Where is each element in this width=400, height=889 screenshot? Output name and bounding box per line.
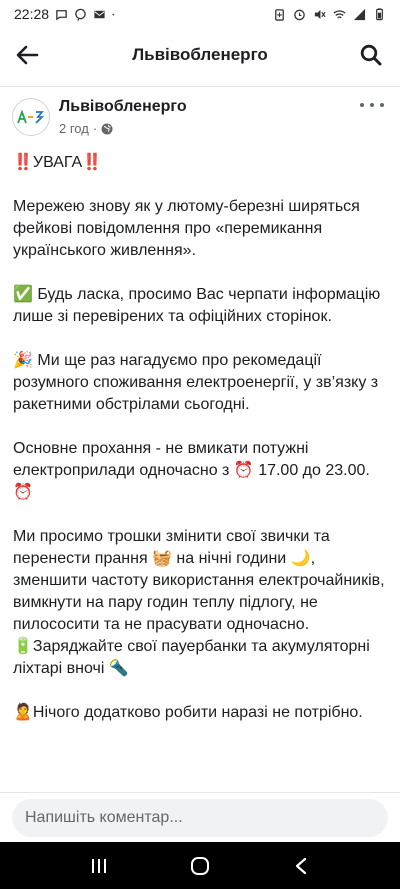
search-button[interactable] <box>356 40 386 70</box>
arrow-left-icon <box>16 45 39 65</box>
home-icon <box>190 856 209 875</box>
post-paragraph: 🙎Нічого додатково робити наразі не потрі… <box>13 704 363 721</box>
post-body: ‼️УВАГА‼️ Мережею знову як у лютому-бере… <box>13 152 393 746</box>
more-options-button[interactable] <box>360 98 384 112</box>
post-paragraph: Ми просимо трошки змінити свої звички та… <box>13 528 385 633</box>
post-header: Львівобленерго 2 год · <box>12 96 388 140</box>
status-time: 22:28 <box>14 6 50 22</box>
comment-input[interactable] <box>12 799 388 837</box>
post-author[interactable]: Львівобленерго <box>59 98 187 116</box>
search-icon <box>360 44 382 66</box>
dot-icon <box>112 13 115 15</box>
status-bar: 22:28 <box>0 0 400 28</box>
avatar[interactable] <box>12 98 50 136</box>
alarm-icon <box>294 9 305 20</box>
nav-back-icon <box>296 857 307 874</box>
globe-icon <box>101 123 113 134</box>
post-paragraph: Основне прохання - не вмикати потужні ел… <box>13 440 370 501</box>
nav-back-button[interactable] <box>281 846 321 886</box>
more-icon <box>360 103 364 107</box>
battery-saver-icon <box>275 8 284 21</box>
mute-icon <box>314 9 326 19</box>
home-button[interactable] <box>180 846 220 886</box>
post-paragraph: 🔋Заряджайте свої пауербанки та акумулято… <box>13 638 370 677</box>
viber-icon <box>75 8 86 21</box>
logo-icon <box>17 110 45 124</box>
signal-icon <box>353 8 366 20</box>
mail-icon <box>94 10 105 18</box>
post-paragraph: 🎉 Ми ще раз нагадуємо про рекомедації ро… <box>13 352 379 413</box>
comment-bar <box>0 792 400 842</box>
back-button[interactable] <box>12 40 42 70</box>
chat-icon <box>56 9 67 20</box>
recents-icon <box>91 858 106 873</box>
battery-icon <box>376 7 383 20</box>
header-divider <box>0 86 400 87</box>
post-paragraph: ‼️УВАГА‼️ <box>13 154 103 171</box>
post-paragraph: ✅ Будь ласка, просимо Вас черпати інформ… <box>13 286 381 325</box>
post-time[interactable]: 2 год <box>59 121 89 136</box>
recents-button[interactable] <box>79 846 119 886</box>
post-meta: 2 год · <box>59 121 113 136</box>
system-nav-bar <box>0 842 400 889</box>
app-header: Львівобленерго <box>0 28 400 82</box>
wifi-icon <box>333 9 346 18</box>
post-paragraph: Мережею знову як у лютому-березні ширять… <box>13 198 360 259</box>
page-title: Львівобленерго <box>132 45 268 64</box>
